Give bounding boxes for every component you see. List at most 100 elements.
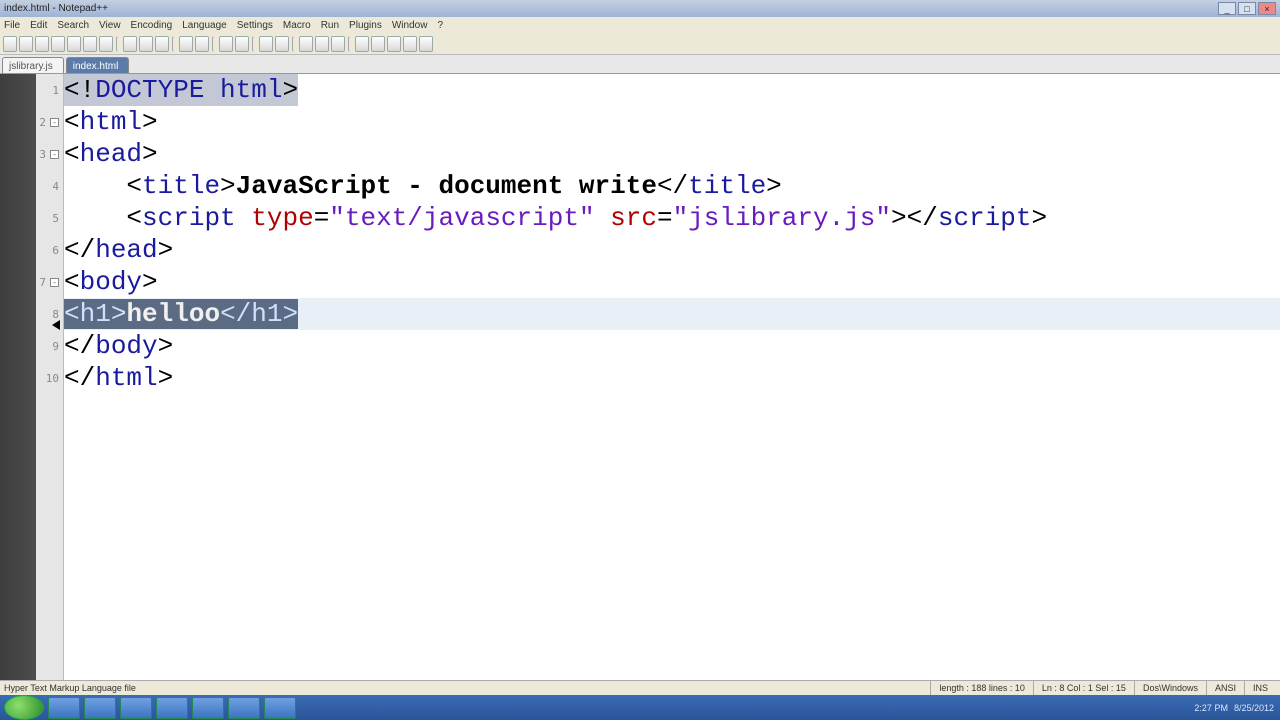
macro-record-icon[interactable]	[355, 36, 369, 52]
tab-label: index.html	[73, 61, 119, 72]
taskbar-item[interactable]	[48, 697, 80, 719]
menu-window[interactable]: Window	[392, 20, 428, 31]
macro-play-icon[interactable]	[387, 36, 401, 52]
line-number: 1	[52, 84, 59, 97]
tab-active[interactable]: index.html	[66, 57, 130, 73]
separator-icon	[116, 36, 120, 52]
close-button[interactable]: ×	[1258, 2, 1276, 15]
status-language: Hyper Text Markup Language file	[4, 681, 930, 695]
menu-help[interactable]: ?	[437, 20, 443, 31]
redo-icon[interactable]	[195, 36, 209, 52]
separator-icon	[348, 36, 352, 52]
line-number: 2	[39, 116, 46, 129]
line-number: 3	[39, 148, 46, 161]
menu-macro[interactable]: Macro	[283, 20, 311, 31]
taskbar-item[interactable]	[264, 697, 296, 719]
line-number: 10	[46, 372, 59, 385]
separator-icon	[252, 36, 256, 52]
start-button[interactable]	[4, 695, 44, 720]
insertion-arrow-icon	[52, 320, 60, 330]
macro-repeat-icon[interactable]	[403, 36, 417, 52]
macro-stop-icon[interactable]	[371, 36, 385, 52]
separator-icon	[212, 36, 216, 52]
app-window: index.html - Notepad++ _ □ × File Edit S…	[0, 0, 1280, 695]
wordwrap-icon[interactable]	[299, 36, 313, 52]
fold-icon[interactable]: -	[50, 118, 59, 127]
menu-plugins[interactable]: Plugins	[349, 20, 382, 31]
status-position: Ln : 8 Col : 1 Sel : 15	[1033, 681, 1134, 695]
undo-icon[interactable]	[179, 36, 193, 52]
menu-run[interactable]: Run	[321, 20, 339, 31]
line-number: 9	[52, 340, 59, 353]
line-number: 7	[39, 276, 46, 289]
system-tray[interactable]: 2:27 PM 8/25/2012	[1188, 698, 1280, 718]
menu-file[interactable]: File	[4, 20, 20, 31]
menu-language[interactable]: Language	[182, 20, 227, 31]
line-number: 5	[52, 212, 59, 225]
find-icon[interactable]	[219, 36, 233, 52]
new-file-icon[interactable]	[3, 36, 17, 52]
editor-area: 1 2- 3- 4 5 6 7- 8 9 10 <!DOCTYPE html> …	[0, 73, 1280, 680]
os-taskbar: 2:27 PM 8/25/2012	[0, 695, 1280, 720]
status-eol: Dos\Windows	[1134, 681, 1206, 695]
fold-icon[interactable]: -	[50, 278, 59, 287]
macro-save-icon[interactable]	[419, 36, 433, 52]
fold-icon[interactable]: -	[50, 150, 59, 159]
code-line: </html>	[64, 362, 1280, 394]
status-ovr: INS	[1244, 681, 1276, 695]
line-number: 4	[52, 180, 59, 193]
cut-icon[interactable]	[123, 36, 137, 52]
indent-guide-icon[interactable]	[331, 36, 345, 52]
tray-date: 8/25/2012	[1234, 703, 1274, 713]
zoom-out-icon[interactable]	[275, 36, 289, 52]
gutter: 1 2- 3- 4 5 6 7- 8 9 10	[0, 74, 64, 680]
menu-edit[interactable]: Edit	[30, 20, 47, 31]
paste-icon[interactable]	[155, 36, 169, 52]
copy-icon[interactable]	[139, 36, 153, 52]
taskbar-item[interactable]	[156, 697, 188, 719]
close-file-icon[interactable]	[67, 36, 81, 52]
tabstrip: jslibrary.js index.html	[0, 55, 1280, 73]
code-line: <!DOCTYPE html>	[64, 74, 1280, 106]
menu-settings[interactable]: Settings	[237, 20, 273, 31]
minimize-button[interactable]: _	[1218, 2, 1236, 15]
code-line: <script type="text/javascript" src="jsli…	[64, 202, 1280, 234]
taskbar-item[interactable]	[84, 697, 116, 719]
replace-icon[interactable]	[235, 36, 249, 52]
menu-encoding[interactable]: Encoding	[131, 20, 173, 31]
taskbar-item[interactable]	[228, 697, 260, 719]
separator-icon	[292, 36, 296, 52]
menubar: File Edit Search View Encoding Language …	[0, 17, 1280, 33]
taskbar-item[interactable]	[120, 697, 152, 719]
code-line: <head>	[64, 138, 1280, 170]
print-icon[interactable]	[99, 36, 113, 52]
menu-view[interactable]: View	[99, 20, 121, 31]
line-number: 6	[52, 244, 59, 257]
code-line: <title>JavaScript - document write</titl…	[64, 170, 1280, 202]
toolbar	[0, 33, 1280, 55]
code-line: </head>	[64, 234, 1280, 266]
separator-icon	[172, 36, 176, 52]
show-chars-icon[interactable]	[315, 36, 329, 52]
tab-label: jslibrary.js	[9, 61, 53, 72]
maximize-button[interactable]: □	[1238, 2, 1256, 15]
status-length: length : 188 lines : 10	[930, 681, 1033, 695]
save-all-icon[interactable]	[51, 36, 65, 52]
zoom-in-icon[interactable]	[259, 36, 273, 52]
open-file-icon[interactable]	[19, 36, 33, 52]
titlebar[interactable]: index.html - Notepad++ _ □ ×	[0, 0, 1280, 17]
save-icon[interactable]	[35, 36, 49, 52]
code-editor[interactable]: <!DOCTYPE html> <html> <head> <title>Jav…	[64, 74, 1280, 680]
code-line: <h1>helloo</h1>	[64, 298, 1280, 330]
tab-inactive[interactable]: jslibrary.js	[2, 57, 64, 73]
window-title: index.html - Notepad++	[4, 3, 108, 14]
code-line: <html>	[64, 106, 1280, 138]
tray-time: 2:27 PM	[1194, 703, 1228, 713]
code-line: </body>	[64, 330, 1280, 362]
close-all-icon[interactable]	[83, 36, 97, 52]
taskbar-item[interactable]	[192, 697, 224, 719]
code-line: <body>	[64, 266, 1280, 298]
statusbar: Hyper Text Markup Language file length :…	[0, 680, 1280, 695]
menu-search[interactable]: Search	[57, 20, 89, 31]
line-number: 8	[52, 308, 59, 321]
